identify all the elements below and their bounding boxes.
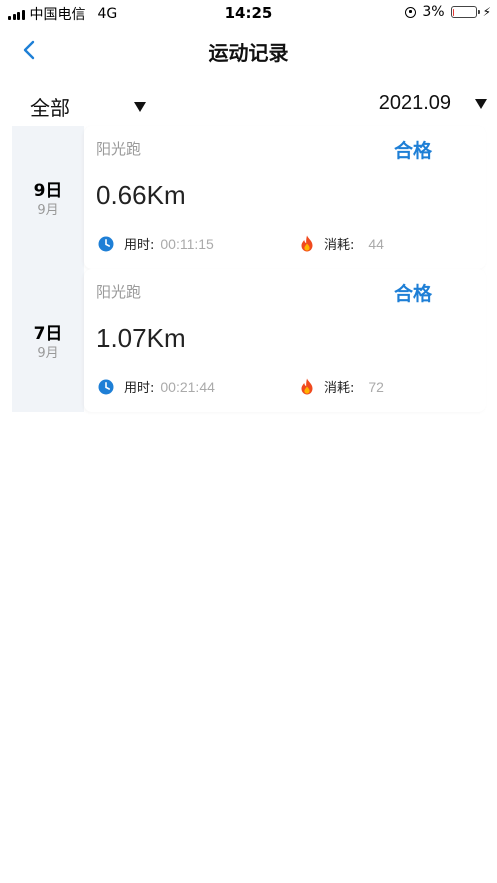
- record-card: 阳光跑 合格 0.66Km 用时: 00:11:15 消耗: 44: [84, 126, 486, 269]
- clock-icon: [98, 379, 114, 394]
- type-filter-dropdown[interactable]: 全部: [30, 92, 146, 121]
- record-item[interactable]: 7日 9月 阳光跑 合格 1.07Km 用时: 00:21:44 消耗: 72: [12, 269, 486, 412]
- calories-label: 消耗:: [324, 381, 355, 396]
- record-card: 阳光跑 合格 1.07Km 用时: 00:21:44 消耗: 72: [84, 269, 486, 412]
- month-filter-value: 2021.09: [378, 92, 451, 114]
- record-month: 9月: [37, 346, 59, 361]
- clock-icon: [98, 236, 114, 251]
- charging-bolt-icon: ⚡︎: [482, 5, 491, 19]
- calories-meta: 消耗: 44: [300, 234, 384, 253]
- record-date: 9日 9月: [12, 126, 84, 269]
- record-date: 7日 9月: [12, 269, 84, 412]
- status-bar: 中国电信 4G 14:25 3% ⚡︎: [0, 0, 497, 26]
- distance-value: 0.66Km: [96, 180, 186, 210]
- battery-percent: 3%: [422, 4, 445, 20]
- type-filter-value: 全部: [30, 96, 70, 120]
- duration-meta: 用时: 00:11:15: [98, 234, 214, 253]
- filter-bar: 全部 2021.09: [0, 88, 497, 124]
- caret-down-icon: [134, 102, 146, 112]
- status-badge: 合格: [393, 140, 432, 162]
- month-filter-dropdown[interactable]: 2021.09: [379, 92, 487, 115]
- nav-bar: 运动记录: [0, 26, 497, 76]
- duration-meta: 用时: 00:21:44: [98, 377, 215, 396]
- duration-label: 用时:: [124, 381, 155, 396]
- record-list: 9日 9月 阳光跑 合格 0.66Km 用时: 00:11:15 消耗: 44 …: [12, 126, 486, 412]
- flame-icon: [301, 235, 313, 252]
- record-day: 7日: [33, 324, 63, 344]
- flame-icon: [301, 378, 313, 395]
- battery-icon: [450, 6, 480, 18]
- calories-value: 72: [368, 378, 384, 395]
- rotation-lock-icon: [405, 6, 417, 18]
- caret-down-icon: [475, 98, 487, 109]
- sport-type: 阳光跑: [96, 283, 142, 301]
- record-item[interactable]: 9日 9月 阳光跑 合格 0.66Km 用时: 00:11:15 消耗: 44: [12, 126, 486, 269]
- record-day: 9日: [33, 181, 63, 201]
- distance-value: 1.07Km: [96, 323, 186, 353]
- duration-label: 用时:: [124, 238, 155, 253]
- duration-value: 00:21:44: [160, 378, 215, 395]
- calories-value: 44: [368, 235, 384, 252]
- battery-level: [453, 8, 455, 16]
- status-badge: 合格: [393, 283, 432, 305]
- page-title: 运动记录: [208, 41, 289, 65]
- calories-meta: 消耗: 72: [300, 377, 384, 396]
- calories-label: 消耗:: [324, 238, 355, 253]
- sport-type: 阳光跑: [96, 140, 142, 158]
- duration-value: 00:11:15: [160, 235, 214, 252]
- record-month: 9月: [37, 203, 59, 218]
- status-right: 3% ⚡︎: [405, 4, 491, 20]
